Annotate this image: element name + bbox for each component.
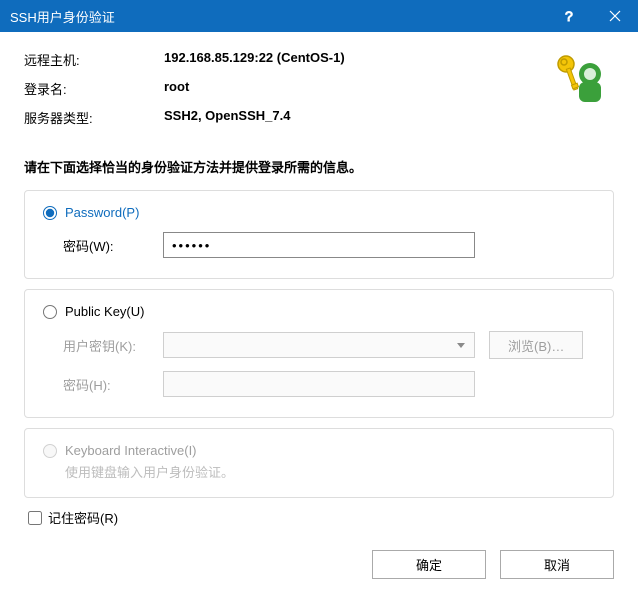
password-field-label: 密码(W):	[63, 236, 163, 255]
instruction-text: 请在下面选择恰当的身份验证方法并提供登录所需的信息。	[24, 157, 614, 176]
help-button[interactable]: ?	[546, 0, 592, 32]
cancel-button[interactable]: 取消	[500, 550, 614, 579]
publickey-radio-label: Public Key(U)	[65, 304, 144, 319]
keyboard-desc: 使用键盘输入用户身份验证。	[65, 462, 595, 481]
ok-button[interactable]: 确定	[372, 550, 486, 579]
login-name-value: root	[164, 79, 189, 98]
keyboard-interactive-group: Keyboard Interactive(I) 使用键盘输入用户身份验证。	[24, 428, 614, 498]
server-type-label: 服务器类型:	[24, 108, 164, 127]
close-button[interactable]	[592, 0, 638, 32]
publickey-password-label: 密码(H):	[63, 375, 163, 394]
password-radio-label: Password(P)	[65, 205, 139, 220]
publickey-group: Public Key(U) 用户密钥(K): 浏览(B)… 密码(H):	[24, 289, 614, 418]
remote-host-label: 远程主机:	[24, 50, 164, 69]
dialog-title: SSH用户身份验证	[0, 7, 546, 26]
close-icon	[609, 10, 621, 22]
password-radio[interactable]	[43, 206, 57, 220]
browse-button: 浏览(B)…	[489, 331, 583, 359]
remember-password-checkbox[interactable]	[28, 511, 42, 525]
user-key-label: 用户密钥(K):	[63, 336, 163, 355]
password-group: Password(P) 密码(W):	[24, 190, 614, 279]
publickey-radio[interactable]	[43, 305, 57, 319]
user-key-icon	[546, 44, 614, 112]
password-input[interactable]	[163, 232, 475, 258]
remember-password-label: 记住密码(R)	[48, 508, 118, 527]
keyboard-radio	[43, 444, 57, 458]
dialog-footer: 确定 取消	[372, 550, 614, 579]
keyboard-radio-label: Keyboard Interactive(I)	[65, 443, 197, 458]
user-key-dropdown	[163, 332, 475, 358]
svg-text:?: ?	[565, 9, 573, 23]
login-name-label: 登录名:	[24, 79, 164, 98]
info-block: 远程主机: 192.168.85.129:22 (CentOS-1) 登录名: …	[24, 50, 614, 137]
server-type-value: SSH2, OpenSSH_7.4	[164, 108, 290, 127]
publickey-password-input	[163, 371, 475, 397]
help-icon: ?	[563, 9, 575, 23]
titlebar: SSH用户身份验证 ?	[0, 0, 638, 32]
remote-host-value: 192.168.85.129:22 (CentOS-1)	[164, 50, 345, 69]
